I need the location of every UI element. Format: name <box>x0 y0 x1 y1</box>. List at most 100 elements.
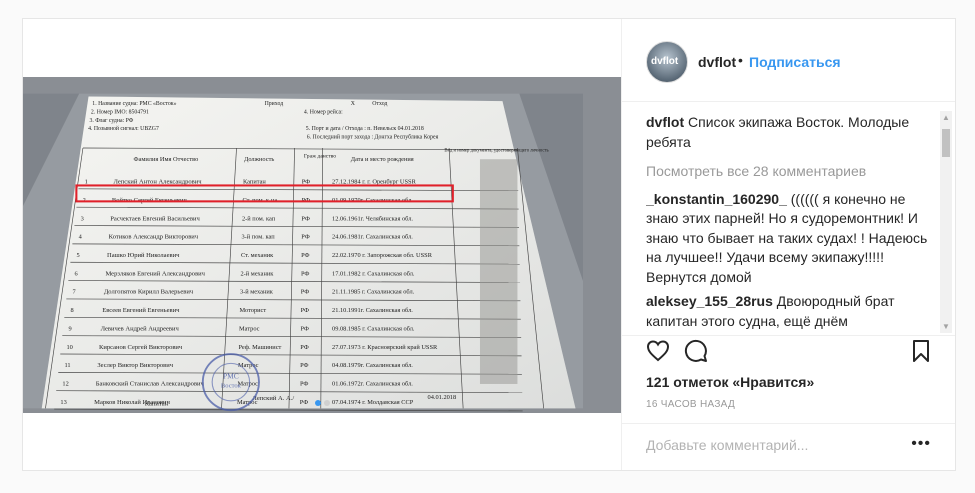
crew-name: Котиков Александр Викторович <box>109 234 199 241</box>
divider <box>622 335 955 336</box>
comment-username[interactable]: _konstantin_160290_ <box>646 191 787 207</box>
row-number: 3 <box>81 215 84 222</box>
carousel-dot-active[interactable] <box>314 400 321 406</box>
separator-dot: • <box>738 52 743 68</box>
doc-header-right: 6. Последний порт захода : Донгха Респуб… <box>307 134 439 141</box>
caption-text: Список экипажа Восток. Молодые ребята <box>646 114 910 150</box>
table-rule <box>54 408 523 412</box>
crew-citizenship: РФ <box>301 252 309 259</box>
crew-birth: 21.10.1991г. Сахалинская обл. <box>332 307 413 314</box>
crew-citizenship: РФ <box>300 362 308 369</box>
column-header: Фамилия Имя Отчество <box>134 156 199 163</box>
caption-username[interactable]: dvflot <box>646 114 684 130</box>
crew-position: Ст. механик <box>241 252 274 259</box>
crew-position: Реф. Машинист <box>238 344 281 351</box>
doc-header-right: 4. Номер рейса: <box>304 108 343 115</box>
crew-birth: 22.02.1970 г. Запорожская обл. USSR <box>332 252 433 259</box>
crew-list-document: 1. Название судна: РМС «Восток» 2. Номер … <box>23 93 583 412</box>
crew-name: Кирсанов Сергей Викторович <box>99 344 183 351</box>
crew-position: Матрос <box>239 325 260 332</box>
crew-name: Мерзляков Евгений Александрович <box>105 270 205 277</box>
comment-icon[interactable] <box>684 339 708 363</box>
crew-position: 3-й механик <box>240 289 274 296</box>
crew-birth: 01.06.1972г. Сахалинская обл. <box>332 380 413 387</box>
heart-icon[interactable] <box>646 339 670 363</box>
crew-position: 2-й пом. кап <box>242 215 276 222</box>
blurred-document-column <box>479 159 518 384</box>
crew-name: Зеслер Виктор Викторович <box>97 362 173 369</box>
comments-scrollbar[interactable]: ▲ ▼ <box>940 111 952 333</box>
instagram-post: 1. Название судна: РМС «Восток» 2. Номер … <box>22 18 956 471</box>
crew-name: Банковский Станислав Александрович <box>96 380 205 387</box>
crew-position: 2-й механик <box>241 270 275 277</box>
bookmark-icon[interactable] <box>909 339 933 363</box>
row-number: 11 <box>64 362 70 369</box>
post-header: dvflot dvflot • Подписаться <box>622 19 955 102</box>
row-number: 8 <box>71 307 74 314</box>
row-number: 10 <box>66 344 72 351</box>
avatar[interactable]: dvflot <box>646 41 688 83</box>
row-number: 13 <box>60 399 66 406</box>
comment-username[interactable]: aleksey_155_28rus <box>646 293 773 309</box>
view-all-comments-link[interactable]: Посмотреть все 28 комментариев <box>646 162 928 182</box>
crew-name: Расчектаев Евгений Васильевич <box>110 215 200 222</box>
doc-header-line: 1. Название судна: РМС «Восток» <box>92 101 176 107</box>
column-header: Граж данство <box>304 153 336 159</box>
scrollbar-thumb[interactable] <box>942 129 950 157</box>
doc-header-right: Приход <box>265 101 284 107</box>
doc-header-line: 4. Позывной сигнал: UBZG7 <box>88 125 159 132</box>
scroll-up-arrow-icon[interactable]: ▲ <box>942 113 950 122</box>
crew-citizenship: РФ <box>300 380 308 387</box>
row-number: 5 <box>77 252 80 259</box>
column-header: Дата и место рождения <box>351 156 414 163</box>
crew-citizenship: РФ <box>301 270 309 277</box>
row-number: 6 <box>75 270 78 277</box>
crew-citizenship: РФ <box>301 289 309 296</box>
comments-list: dvflot Список экипажа Восток. Молодые ре… <box>646 113 928 333</box>
crew-citizenship: РФ <box>301 215 309 222</box>
doc-header-line: 3. Флаг судна: РФ <box>89 118 133 124</box>
post-side-panel: dvflot dvflot • Подписаться dvflot Списо… <box>621 19 955 470</box>
timestamp[interactable]: 16 ЧАСОВ НАЗАД <box>646 399 735 410</box>
divider <box>622 423 955 424</box>
carousel-dot[interactable] <box>323 400 330 406</box>
crew-citizenship: РФ <box>301 307 309 314</box>
doc-header-line: 2. Номер IMO: 8504791 <box>91 109 149 115</box>
crew-name: Евсеев Евгений Евгеньевич <box>102 307 180 314</box>
more-options-icon[interactable]: ••• <box>911 435 931 453</box>
follow-button[interactable]: Подписаться <box>749 54 841 70</box>
crew-birth: 04.08.1979г. Сахалинская обл. <box>332 362 413 369</box>
column-header: Должность <box>244 156 274 163</box>
crew-birth: 17.01.1982 г. Сахалинская обл. <box>332 270 415 277</box>
crew-name: Пашко Юрий Николаевич <box>107 252 180 259</box>
doc-footer-captain: Капитан <box>145 401 169 408</box>
crew-birth: 07.04.1974 г. Молдавская ССР <box>332 399 414 406</box>
svg-text:РМС: РМС <box>223 371 239 380</box>
row-number: 12 <box>62 380 68 387</box>
comment: _konstantin_160290_ (((((( я конечно не … <box>646 190 928 288</box>
doc-footer-date: 04.01.2018 <box>428 394 457 401</box>
doc-header-right: 5. Порт и дата / Отхода : п. Невельск 04… <box>306 126 424 132</box>
row-number: 7 <box>73 289 76 296</box>
crew-birth: 21.11.1985 г. Сахалинская обл. <box>332 289 415 296</box>
crew-birth: 27.07.1973 г. Красноярский край USSR <box>332 344 438 351</box>
crew-birth: 24.06.1981г. Сахалинская обл. <box>332 234 413 241</box>
column-header: Вид и номер документа, удостоверяющего л… <box>444 149 548 154</box>
crew-birth: 09.08.1985 г. Сахалинская обл. <box>332 325 415 332</box>
add-comment-input[interactable]: Добавьте комментарий... <box>646 437 808 453</box>
crew-position: 3-й пом. кап <box>242 234 276 241</box>
svg-text:Восток: Восток <box>221 383 242 390</box>
carousel-indicator <box>313 393 331 411</box>
post-photo[interactable]: 1. Название судна: РМС «Восток» 2. Номер … <box>23 77 621 413</box>
scroll-down-arrow-icon[interactable]: ▼ <box>942 322 950 331</box>
username[interactable]: dvflot <box>698 54 736 70</box>
crew-citizenship: РФ <box>300 399 308 406</box>
crew-citizenship: РФ <box>300 344 308 351</box>
crew-citizenship: РФ <box>301 234 309 241</box>
crew-name: Левичев Андрей Андреевич <box>101 325 180 332</box>
caption: dvflot Список экипажа Восток. Молодые ре… <box>646 113 928 152</box>
avatar-text: dvflot <box>651 56 679 67</box>
crew-birth: 12.06.1961г. Челябинская обл. <box>332 215 413 222</box>
likes-count[interactable]: 121 отметок «Нравится» <box>646 374 814 390</box>
doc-footer-signature: Лепский А. А./ <box>252 395 294 402</box>
